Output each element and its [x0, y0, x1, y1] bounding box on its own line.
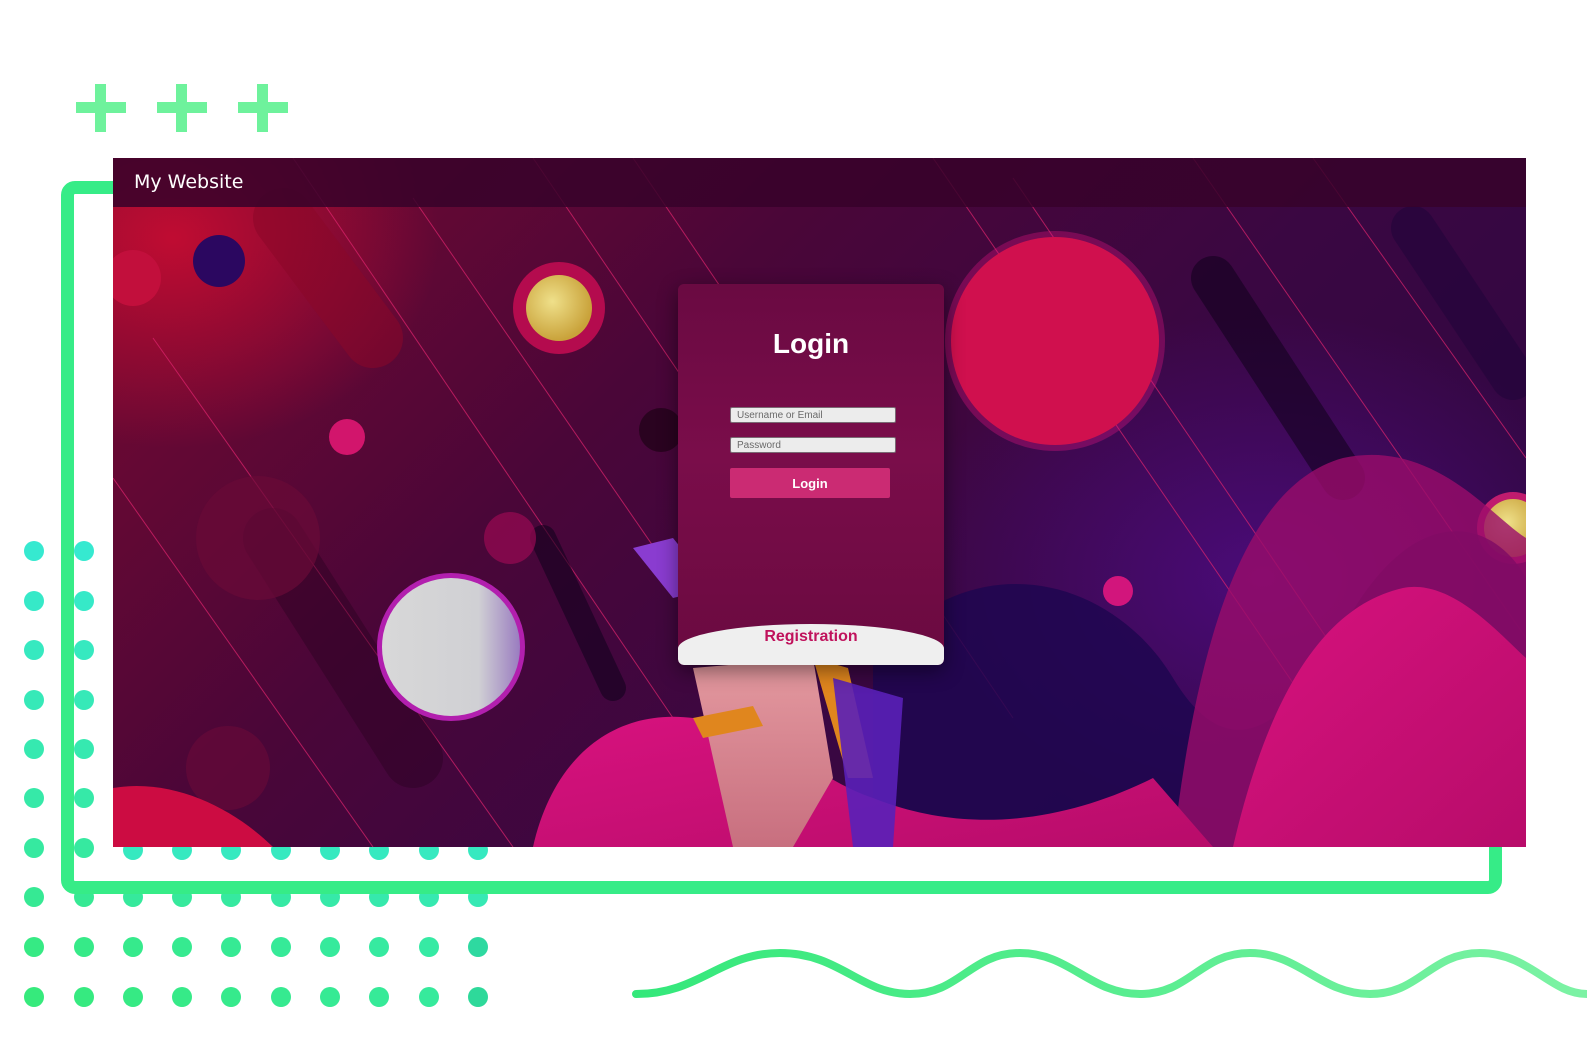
login-title: Login — [772, 328, 850, 359]
login-button[interactable]: Login — [730, 468, 890, 498]
planet-red-small — [113, 250, 161, 306]
registration-link[interactable]: Registration — [678, 628, 944, 646]
planet-maroon-2 — [186, 726, 270, 810]
planet-dark-2 — [639, 408, 683, 452]
planet-maroon-3 — [484, 512, 536, 564]
plus-icon — [238, 84, 288, 132]
wave-line — [632, 948, 1587, 999]
planet-pink-small — [1103, 576, 1133, 606]
registration-panel: Registration — [678, 624, 944, 665]
planet-silver — [382, 578, 520, 716]
password-input[interactable] — [730, 437, 896, 453]
website-screenshot: My Website Login Login Registration — [113, 158, 1526, 847]
planet-dark — [193, 235, 245, 287]
plus-icon — [157, 84, 207, 132]
plus-icon — [76, 84, 126, 132]
plus-icon-group — [76, 84, 288, 132]
username-input[interactable] — [730, 407, 896, 423]
planet-gold — [526, 275, 592, 341]
planet-pink-large — [951, 237, 1159, 445]
planet-pink-half — [329, 419, 365, 455]
site-title[interactable]: My Website — [134, 171, 243, 193]
planet-maroon — [196, 476, 320, 600]
login-card: Login Login Registration — [678, 284, 944, 665]
site-header: My Website — [113, 158, 1526, 207]
